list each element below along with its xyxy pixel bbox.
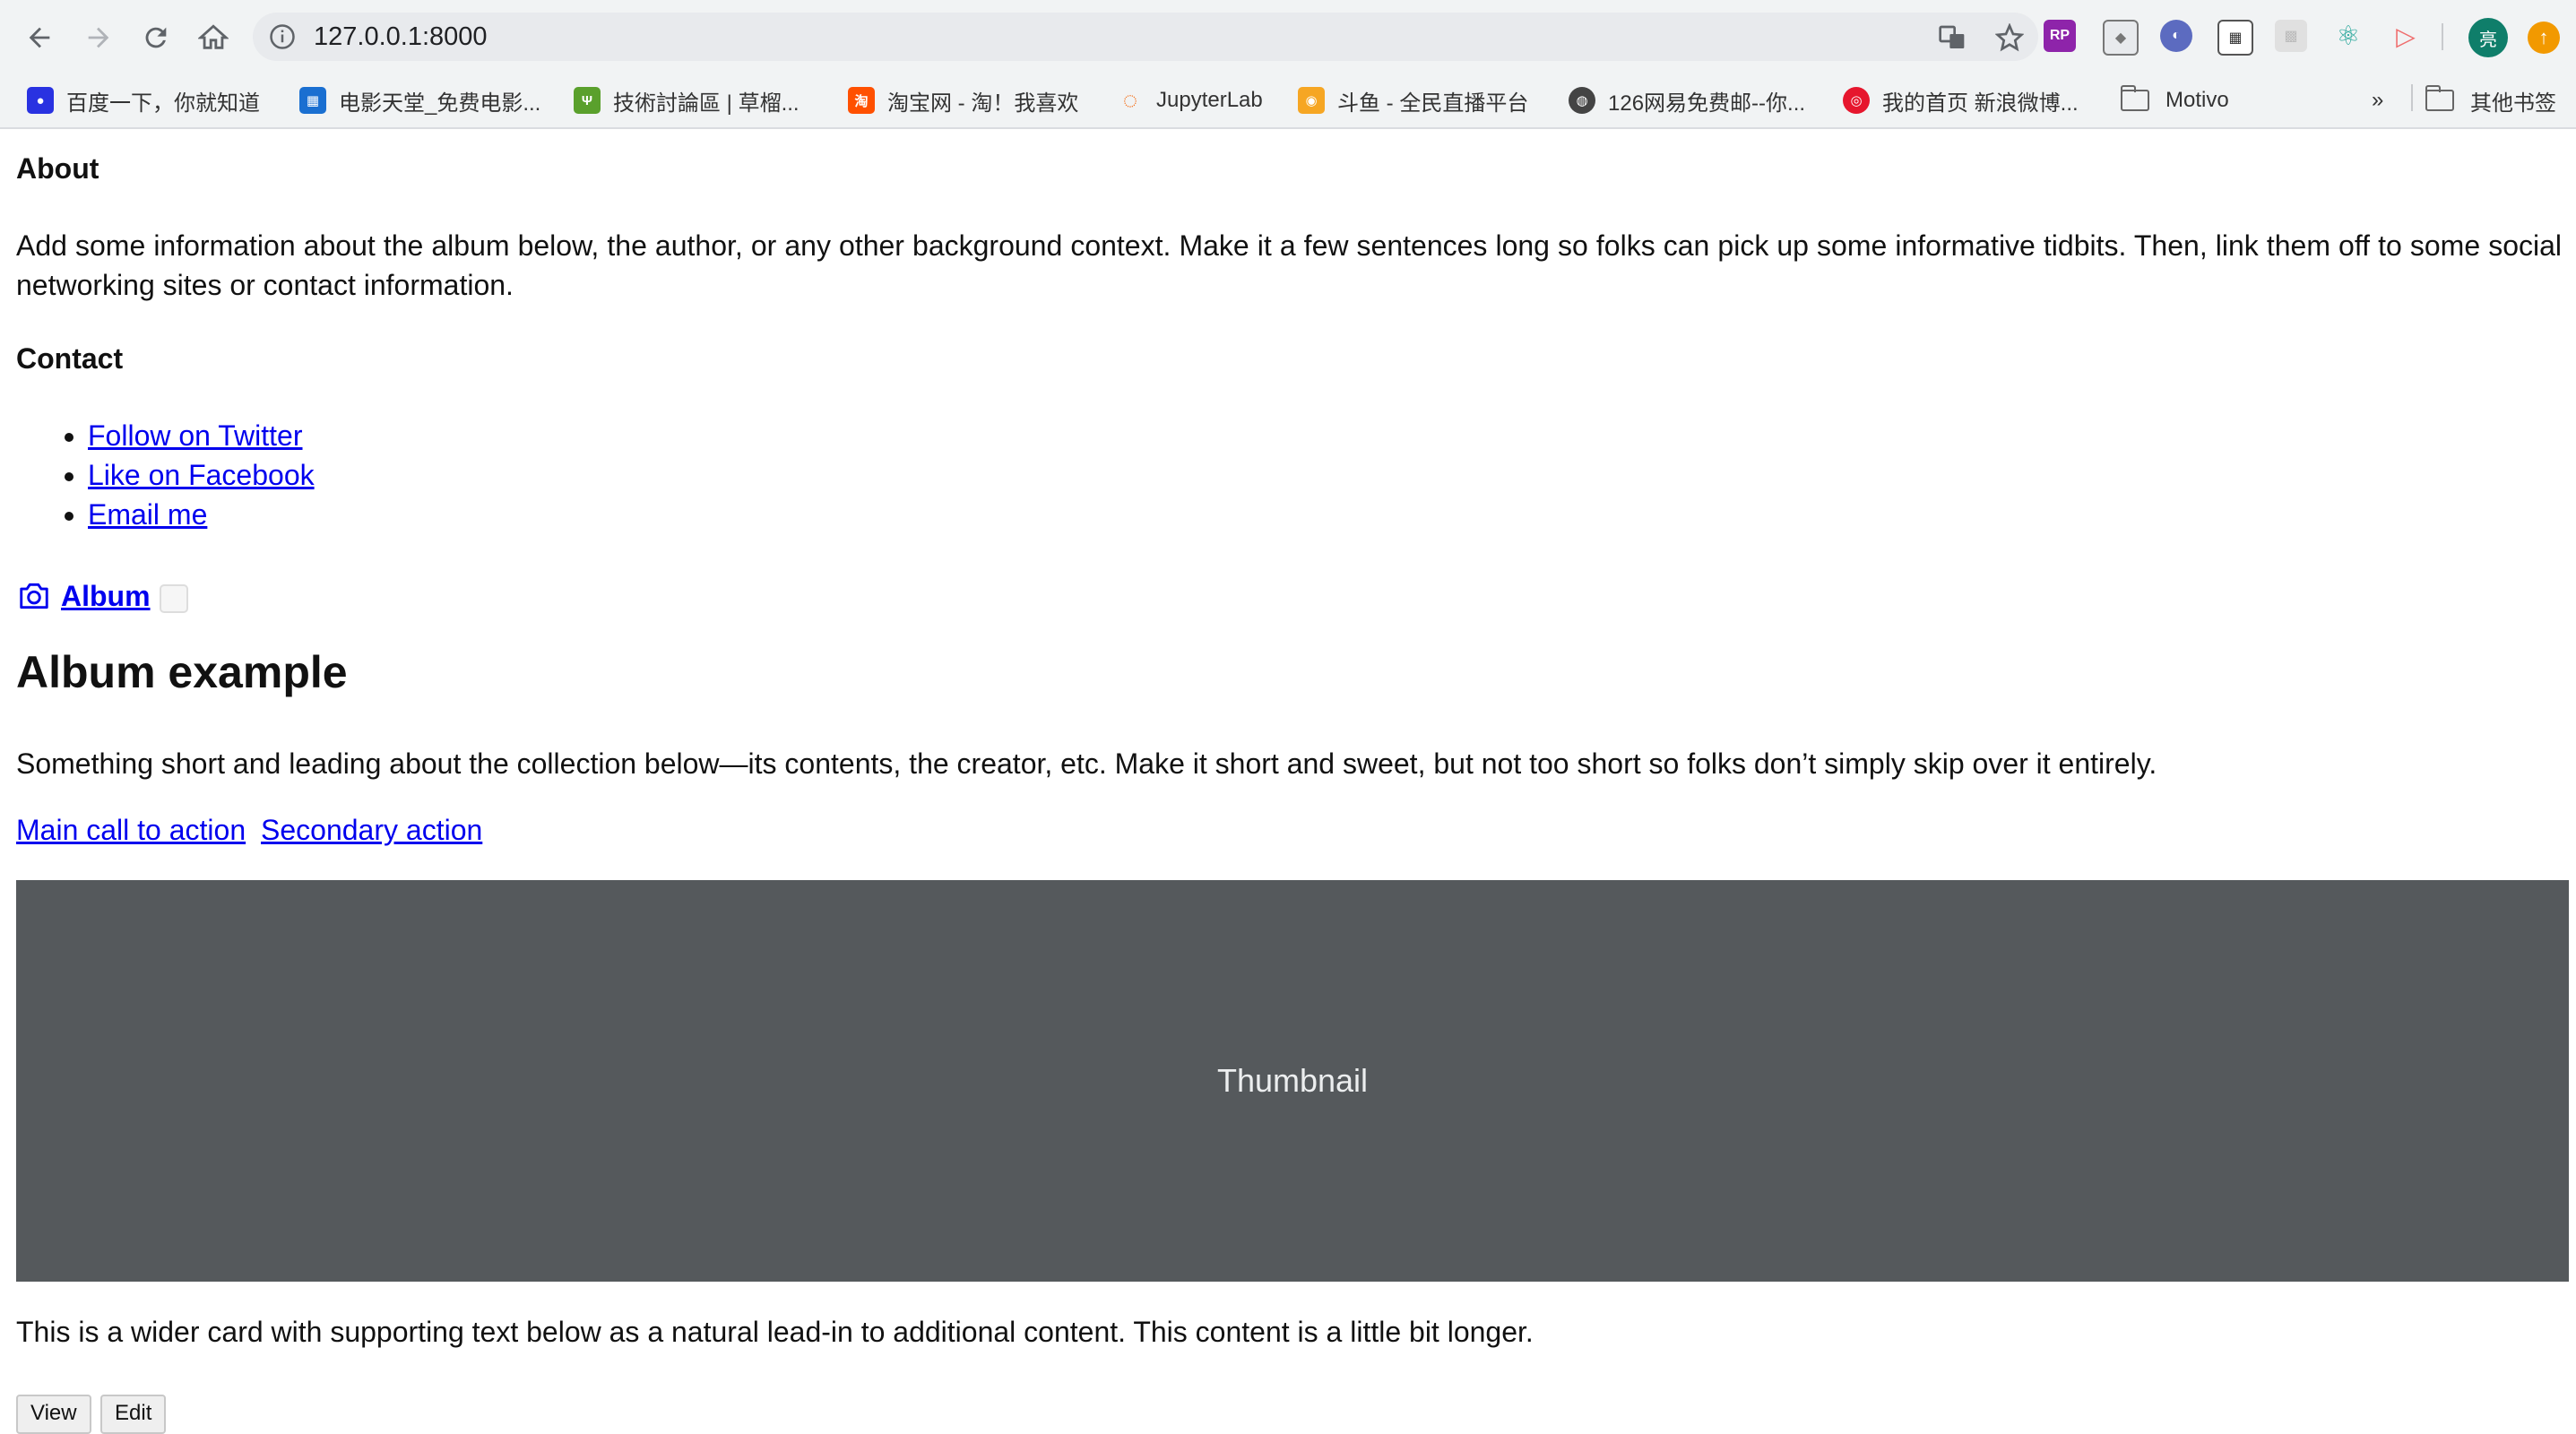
bookmark-tech-forum[interactable]: Ψ 技術討論區 | 草榴...: [574, 82, 800, 118]
bookmark-label: 百度一下，你就知道: [66, 91, 260, 116]
bookmark-label: 淘宝网 - 淘！我喜欢: [887, 91, 1079, 116]
reload-button[interactable]: [131, 13, 181, 63]
forward-button[interactable]: [73, 13, 124, 63]
bookmark-label: Motivo: [2165, 88, 2229, 112]
bookmark-folder-other[interactable]: 其他书签: [2425, 82, 2556, 118]
address-bar[interactable]: 127.0.0.1:8000: [253, 13, 2038, 61]
atom-extension-icon[interactable]: ⚛: [2332, 20, 2364, 52]
toolbar-separator: [2442, 23, 2443, 50]
rp-extension-icon[interactable]: RP: [2044, 20, 2076, 52]
jumbotron-title: Album example: [16, 647, 348, 697]
card-thumbnail: Thumbnail: [16, 880, 2569, 1282]
browser-toolbar: 127.0.0.1:8000 RP ◆ ◐ ▦ ▩ ⚛ ▷ 亮 ↑: [0, 0, 2576, 73]
contact-item: Follow on Twitter: [88, 416, 315, 455]
circle-extension-icon[interactable]: ◐: [2160, 20, 2192, 52]
about-text: Add some information about the album bel…: [16, 229, 2562, 301]
taobao-icon: 淘: [848, 87, 875, 114]
weibo-icon: ◎: [1843, 87, 1870, 114]
video-extension-icon[interactable]: ▷: [2390, 20, 2422, 52]
contact-item: Email me: [88, 495, 315, 534]
secondary-action-link[interactable]: Secondary action: [261, 814, 482, 846]
bookmarks-separator: [2411, 84, 2413, 111]
bookmark-label: 126网易免费邮--你...: [1608, 91, 1806, 116]
contact-item: Like on Facebook: [88, 455, 315, 495]
reload-icon: [145, 27, 167, 48]
update-icon[interactable]: ↑: [2528, 22, 2560, 54]
bookmark-label: 其他书签: [2470, 91, 2556, 116]
bookmark-label: 斗鱼 - 全民直播平台: [1337, 91, 1529, 116]
bookmark-taobao[interactable]: 淘 淘宝网 - 淘！我喜欢: [848, 82, 1078, 118]
browser-chrome: 127.0.0.1:8000 RP ◆ ◐ ▦ ▩ ⚛ ▷ 亮 ↑ ● 百度一下…: [0, 0, 2576, 129]
card-text: This is a wider card with supporting tex…: [16, 1316, 1534, 1348]
email-link[interactable]: Email me: [88, 498, 207, 531]
home-icon: [198, 24, 229, 49]
bookmark-label: JupyterLab: [1156, 88, 1263, 112]
bookmark-label: 电影天堂_免费电影...: [339, 91, 541, 116]
translate-icon[interactable]: [1938, 23, 1967, 52]
douyu-icon: ◉: [1298, 87, 1325, 114]
bookmark-weibo[interactable]: ◎ 我的首页 新浪微博...: [1843, 82, 2079, 118]
shield-extension-icon[interactable]: ◆: [2103, 20, 2139, 56]
twitter-link[interactable]: Follow on Twitter: [88, 419, 303, 452]
jupyter-icon: ◌: [1122, 86, 1138, 114]
thumbnail-label: Thumbnail: [1216, 1062, 1369, 1099]
bookmark-126-mail[interactable]: ◍ 126网易免费邮--你...: [1569, 82, 1805, 118]
bookmarks-overflow-button[interactable]: »: [2372, 82, 2383, 118]
site-info-icon[interactable]: [269, 23, 296, 50]
folder-icon: [2425, 85, 2454, 111]
main-call-to-action-link[interactable]: Main call to action: [16, 814, 246, 846]
facebook-link[interactable]: Like on Facebook: [88, 459, 315, 491]
contact-heading: Contact: [16, 342, 124, 375]
bookmark-baidu[interactable]: ● 百度一下，你就知道: [27, 82, 260, 118]
home-button[interactable]: [188, 13, 238, 63]
view-button[interactable]: View: [16, 1395, 91, 1434]
contact-list: Follow on Twitter Like on Facebook Email…: [16, 416, 315, 534]
overflow-chevron-icon: »: [2372, 88, 2384, 112]
bookmark-folder-motivo[interactable]: Motivo: [2121, 82, 2229, 118]
jumbotron-actions: Main call to action Secondary action: [16, 810, 482, 850]
bookmark-movie-heaven[interactable]: ▦ 电影天堂_免费电影...: [299, 82, 540, 118]
bookmarks-bar: ● 百度一下，你就知道 ▦ 电影天堂_免费电影... Ψ 技術討論區 | 草榴.…: [0, 75, 2576, 125]
page-content: About Add some information about the alb…: [0, 129, 2576, 1434]
bookmark-jupyterlab[interactable]: ◌ JupyterLab: [1117, 82, 1263, 118]
jumbotron-lead: Something short and leading about the co…: [16, 747, 2157, 780]
url-text[interactable]: 127.0.0.1:8000: [314, 22, 488, 52]
navbar-brand[interactable]: Album: [16, 568, 188, 613]
grid-extension-icon[interactable]: ▩: [2275, 20, 2307, 52]
folder-icon: [2121, 85, 2149, 111]
grass-icon: Ψ: [574, 87, 601, 114]
baidu-paw-icon: ●: [27, 87, 54, 114]
profile-avatar[interactable]: 亮: [2468, 18, 2508, 57]
back-button[interactable]: [14, 13, 65, 63]
navbar-toggler-button[interactable]: [159, 584, 188, 613]
forward-arrow-icon: [88, 27, 109, 48]
bookmark-douyu[interactable]: ◉ 斗鱼 - 全民直播平台: [1298, 82, 1528, 118]
brand-label[interactable]: Album: [61, 580, 151, 613]
about-heading: About: [16, 152, 99, 185]
bookmark-star-icon[interactable]: [1995, 23, 2024, 52]
globe-icon: ◍: [1569, 87, 1595, 114]
bookmark-label: 我的首页 新浪微博...: [1882, 91, 2079, 116]
back-arrow-icon: [29, 27, 50, 48]
camera-icon: [20, 583, 48, 609]
qr-extension-icon[interactable]: ▦: [2217, 20, 2253, 56]
edit-button[interactable]: Edit: [100, 1395, 167, 1434]
movie-qr-icon: ▦: [299, 87, 326, 114]
bookmark-label: 技術討論區 | 草榴...: [613, 91, 800, 116]
